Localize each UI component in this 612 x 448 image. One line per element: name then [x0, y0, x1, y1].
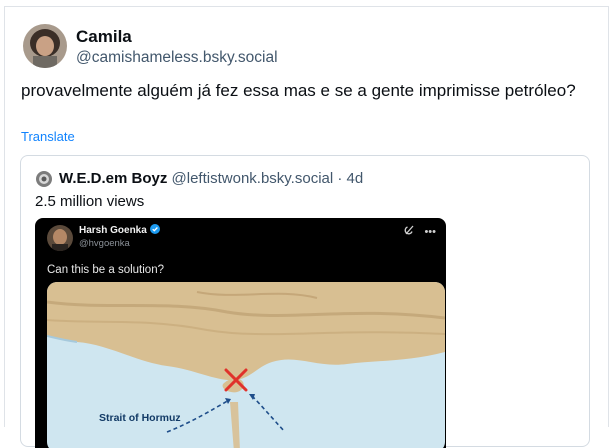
quote-author-handle[interactable]: @leftistwonk.bsky.social [172, 170, 334, 187]
hormuz-map: Strait of Hormuz [47, 282, 445, 448]
author-name[interactable]: Camila [76, 27, 132, 47]
embedded-screenshot[interactable]: Harsh Goenka @hvgoenka ••• Can this be a… [35, 218, 446, 448]
post-card[interactable]: Camila @camishameless.bsky.social provav… [4, 6, 609, 448]
verified-badge-icon [149, 224, 160, 234]
author-avatar[interactable] [23, 24, 67, 68]
tweet-author-name-text: Harsh Goenka [79, 225, 147, 236]
post-text: provavelmente alguém já fez essa mas e s… [21, 81, 576, 100]
tweet-text: Can this be a solution? [47, 264, 164, 276]
tweet-icons: ••• [403, 224, 436, 238]
tweet-author-avatar [47, 225, 73, 251]
tweet-author-name: Harsh Goenka [79, 224, 160, 236]
author-handle[interactable]: @camishameless.bsky.social [76, 49, 278, 67]
quote-separator: · [337, 170, 343, 187]
map-label: Strait of Hormuz [99, 412, 181, 424]
quote-author-avatar[interactable] [36, 171, 52, 187]
quote-author-name[interactable]: W.E.D.em Boyz [59, 170, 167, 187]
grok-icon [404, 225, 414, 235]
quote-text: 2.5 million views [35, 193, 145, 210]
quote-header: W.E.D.em Boyz @leftistwonk.bsky.social ·… [59, 170, 363, 187]
translate-link[interactable]: Translate [21, 129, 75, 144]
quote-timestamp[interactable]: 4d [347, 170, 364, 187]
more-icon: ••• [424, 226, 436, 238]
quoted-post[interactable]: W.E.D.em Boyz @leftistwonk.bsky.social ·… [20, 155, 590, 448]
tweet-author-handle: @hvgoenka [79, 238, 130, 249]
